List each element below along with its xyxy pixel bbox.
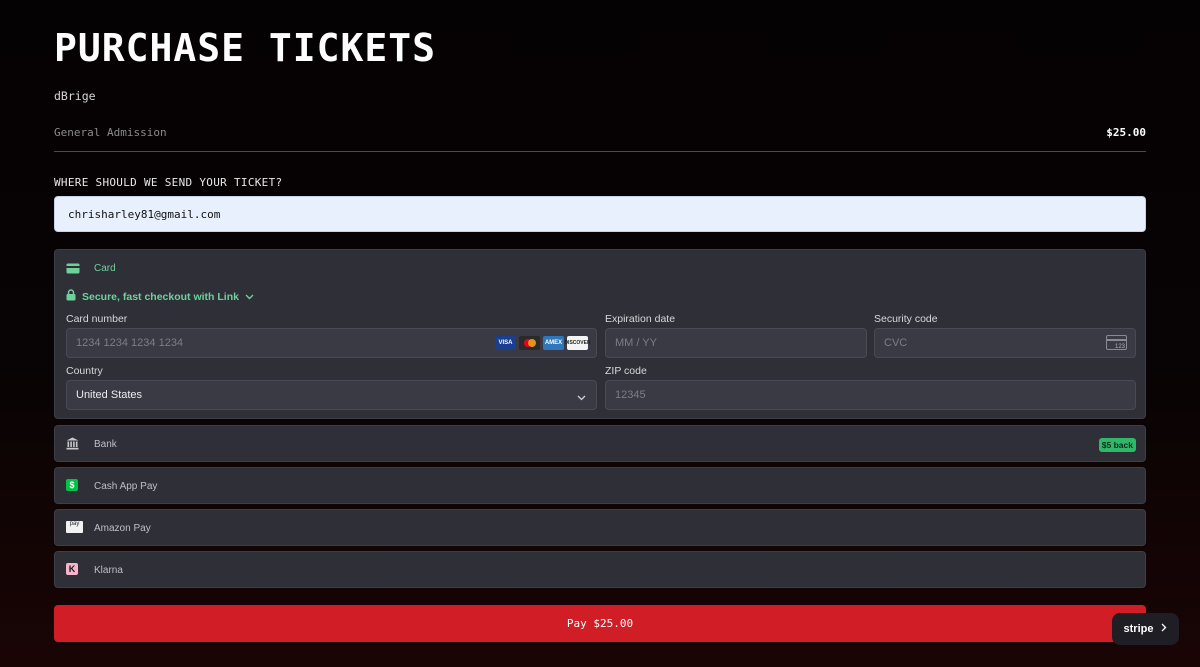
- expiry-label: Expiration date: [605, 313, 676, 325]
- visa-icon: VISA: [495, 336, 516, 350]
- chevron-right-icon: [1161, 623, 1167, 635]
- cvc-placeholder: CVC: [884, 337, 908, 349]
- pay-button[interactable]: Pay $25.00: [54, 605, 1146, 642]
- ticket-row: General Admission $25.00: [54, 122, 1146, 152]
- zip-label: ZIP code: [605, 365, 647, 377]
- email-label: WHERE SHOULD WE SEND YOUR TICKET?: [54, 176, 283, 189]
- event-name: dBrige: [54, 89, 96, 103]
- klarna-method-header[interactable]: K Klarna: [66, 563, 123, 577]
- card-number-label: Card number: [66, 313, 128, 325]
- credit-card-icon: [66, 261, 84, 275]
- bank-icon: [66, 437, 84, 451]
- zip-input[interactable]: 12345: [605, 380, 1136, 410]
- email-input[interactable]: [54, 196, 1146, 232]
- klarna-icon: K: [66, 563, 84, 577]
- klarna-payment-option[interactable]: K Klarna: [54, 551, 1146, 588]
- cvc-icon-text: 123: [1114, 344, 1125, 350]
- amazon-method-header[interactable]: pay Amazon Pay: [66, 521, 151, 535]
- card-brands: VISA AMEX DISCOVER: [495, 336, 591, 350]
- ticket-type: General Admission: [54, 126, 167, 139]
- zip-placeholder: 12345: [615, 389, 646, 401]
- chevron-down-icon: [577, 392, 586, 404]
- cashapp-icon-text: $: [66, 479, 78, 491]
- lock-icon: [66, 289, 76, 304]
- cashapp-icon: $: [66, 479, 84, 493]
- link-checkout[interactable]: Secure, fast checkout with Link: [66, 289, 254, 304]
- cashback-badge: $5 back: [1098, 438, 1136, 452]
- cashapp-method-header[interactable]: $ Cash App Pay: [66, 479, 157, 493]
- card-payment-panel[interactable]: Card Secure, fast checkout with Link Car…: [54, 249, 1146, 419]
- card-method-header[interactable]: Card: [66, 261, 116, 275]
- cashapp-payment-option[interactable]: $ Cash App Pay: [54, 467, 1146, 504]
- stripe-badge[interactable]: stripe: [1112, 613, 1179, 645]
- stripe-logo: stripe: [1123, 623, 1154, 635]
- discover-icon: DISCOVER: [564, 336, 591, 350]
- klarna-icon-text: K: [66, 563, 78, 575]
- mastercard-icon: [519, 336, 540, 350]
- cashapp-method-label: Cash App Pay: [94, 480, 158, 492]
- amex-icon: AMEX: [543, 336, 564, 350]
- klarna-method-label: Klarna: [94, 564, 123, 576]
- cvc-card-icon: 123: [1106, 335, 1127, 350]
- bank-method-label: Bank: [94, 438, 117, 450]
- cvc-label: Security code: [874, 313, 938, 325]
- country-label: Country: [66, 365, 103, 377]
- cvc-input[interactable]: CVC 123: [874, 328, 1136, 358]
- amazon-method-label: Amazon Pay: [94, 522, 151, 534]
- card-number-placeholder: 1234 1234 1234 1234: [76, 337, 184, 349]
- card-number-input[interactable]: 1234 1234 1234 1234 VISA AMEX DISCOVER: [66, 328, 597, 358]
- card-method-label: Card: [94, 262, 116, 274]
- amazon-icon-text: pay: [66, 521, 83, 533]
- chevron-down-icon: [245, 291, 254, 303]
- amazon-pay-icon: pay: [66, 521, 84, 535]
- link-checkout-text: Secure, fast checkout with Link: [82, 290, 239, 303]
- page-title: PURCHASE TICKETS: [54, 26, 437, 70]
- country-value: United States: [76, 389, 143, 401]
- expiry-placeholder: MM / YY: [615, 337, 657, 349]
- bank-method-header[interactable]: Bank: [66, 437, 117, 451]
- country-select[interactable]: United States: [66, 380, 597, 410]
- ticket-price: $25.00: [1106, 126, 1146, 139]
- amazon-payment-option[interactable]: pay Amazon Pay: [54, 509, 1146, 546]
- bank-payment-option[interactable]: Bank $5 back: [54, 425, 1146, 462]
- expiry-input[interactable]: MM / YY: [605, 328, 867, 358]
